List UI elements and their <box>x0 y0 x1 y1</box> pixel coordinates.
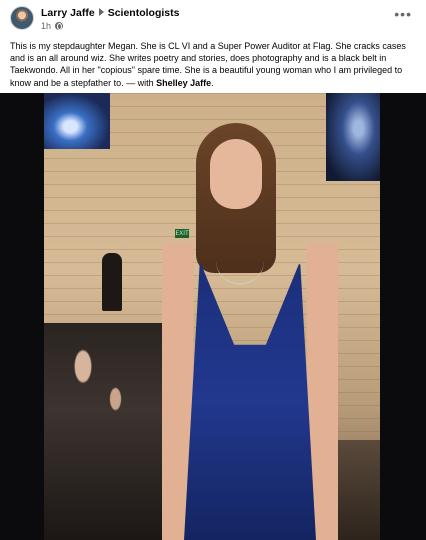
photo-scene: EXIT <box>44 93 380 540</box>
author-name[interactable]: Larry Jaffe <box>41 7 95 19</box>
more-options-icon[interactable]: ••• <box>394 7 412 21</box>
woman-face <box>210 139 262 209</box>
exit-sign: EXIT <box>175 229 189 238</box>
post-timestamp[interactable]: 1h <box>41 21 51 31</box>
caret-right-icon <box>98 8 104 16</box>
standing-person <box>102 253 122 311</box>
post-header: Larry Jaffe Scientologists 1h ••• <box>0 0 426 36</box>
globe-icon <box>55 22 64 30</box>
screen-left <box>44 93 110 149</box>
tagged-person[interactable]: Shelley Jaffe <box>156 78 211 88</box>
audience <box>44 323 174 540</box>
caption-end: . <box>211 77 214 88</box>
group-name[interactable]: Scientologists <box>108 7 180 19</box>
author-avatar[interactable] <box>10 6 34 30</box>
author-line: Larry Jaffe Scientologists <box>41 7 179 19</box>
post-photo[interactable]: EXIT <box>0 93 426 540</box>
post-meta: 1h <box>41 21 64 31</box>
screen-right <box>326 93 380 181</box>
post-caption: This is my stepdaughter Megan. She is CL… <box>10 40 414 89</box>
